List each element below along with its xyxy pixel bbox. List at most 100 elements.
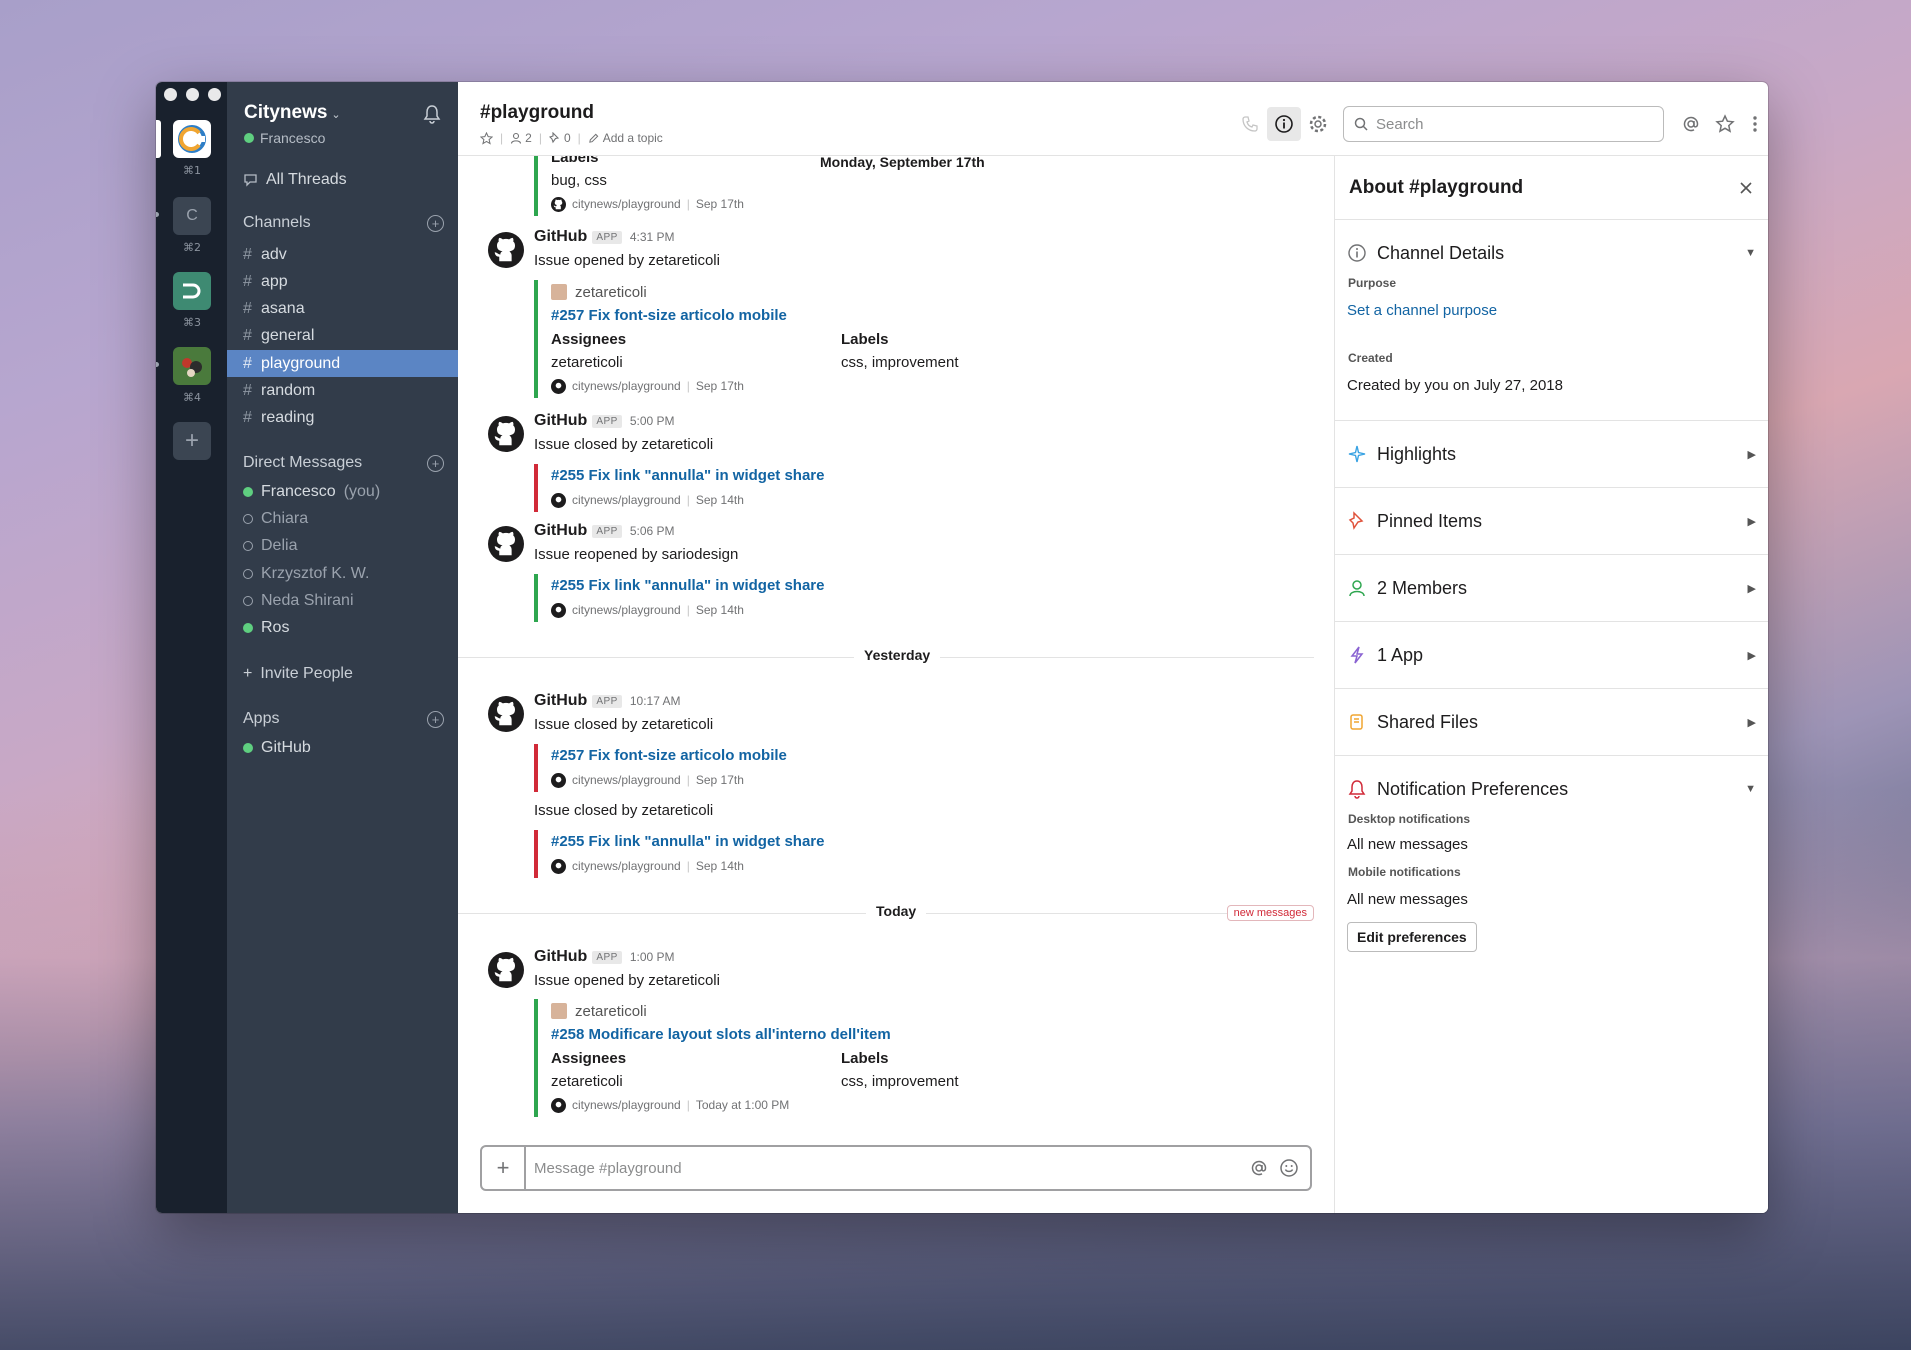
workspace-2[interactable]: C ⌘2 xyxy=(173,197,211,254)
add-workspace-button[interactable]: + xyxy=(173,422,211,460)
team-name: Citynews xyxy=(244,102,328,123)
team-menu[interactable]: Citynews ⌄ xyxy=(244,102,341,124)
minimize-window-button[interactable] xyxy=(186,88,199,101)
attachment-footer: citynews/playground | Sep 14th xyxy=(551,488,824,512)
mentions-icon[interactable] xyxy=(1674,107,1708,141)
attachment-repo[interactable]: citynews/playground xyxy=(572,603,681,617)
attachment-repo[interactable]: citynews/playground xyxy=(572,1098,681,1112)
attachment-title-link[interactable]: #255 Fix link "annulla" in widget share xyxy=(551,574,824,598)
github-avatar-icon[interactable] xyxy=(488,952,524,988)
header-actions: Search xyxy=(1233,106,1768,142)
attachment-repo[interactable]: citynews/playground xyxy=(572,197,681,211)
sidebar-channel-random[interactable]: # random xyxy=(227,377,458,404)
attachment-repo[interactable]: citynews/playground xyxy=(572,773,681,787)
attachment-author: zetareticoli xyxy=(551,280,1131,304)
pins-count[interactable]: 0 xyxy=(548,131,571,145)
sidebar-channel-app[interactable]: # app xyxy=(227,268,458,295)
attachment-title-link[interactable]: #258 Modificare layout slots all'interno… xyxy=(551,1023,1131,1047)
plus-icon: + xyxy=(243,664,253,682)
message-time[interactable]: 5:00 PM xyxy=(630,414,675,428)
attach-plus-button[interactable]: + xyxy=(482,1147,526,1189)
threads-icon xyxy=(243,172,258,187)
workspace-shortcut: ⌘4 xyxy=(183,391,201,404)
dm-neda[interactable]: Neda Shirani xyxy=(243,587,354,614)
phone-icon[interactable] xyxy=(1233,107,1267,141)
message-time[interactable]: 5:06 PM xyxy=(630,524,675,538)
invite-people-button[interactable]: + Invite People xyxy=(243,660,353,687)
created-label: Created xyxy=(1348,351,1393,365)
github-avatar-icon[interactable] xyxy=(488,416,524,452)
github-icon xyxy=(551,602,566,618)
direct-messages-header[interactable]: Direct Messages + xyxy=(243,454,444,472)
pinned-items-section[interactable]: Pinned Items ▶ xyxy=(1335,488,1768,555)
zoom-window-button[interactable] xyxy=(208,88,221,101)
github-avatar-icon[interactable] xyxy=(488,232,524,268)
starred-icon[interactable] xyxy=(1708,107,1742,141)
emoji-icon[interactable] xyxy=(1274,1158,1304,1178)
attachment-title-link[interactable]: #257 Fix font-size articolo mobile xyxy=(551,304,1131,328)
message-sender[interactable]: GitHub APP 5:06 PM xyxy=(534,522,675,540)
sidebar-channel-adv[interactable]: # adv xyxy=(227,241,458,268)
sidebar-channel-general[interactable]: # general xyxy=(227,322,458,349)
message-attachment: #255 Fix link "annulla" in widget share … xyxy=(534,574,824,622)
attachment-repo[interactable]: citynews/playground xyxy=(572,493,681,507)
add-dm-button[interactable]: + xyxy=(427,454,444,472)
workspace-3[interactable]: ⌘3 xyxy=(173,272,211,329)
apps-header[interactable]: Apps + xyxy=(243,710,444,728)
message-sender[interactable]: GitHub APP 4:31 PM xyxy=(534,228,675,246)
workspace-1[interactable]: ⌘1 xyxy=(173,120,211,177)
message-sender[interactable]: GitHub APP 1:00 PM xyxy=(534,948,675,966)
sidebar-channel-asana[interactable]: # asana xyxy=(227,295,458,322)
message-time[interactable]: 10:17 AM xyxy=(630,694,681,708)
new-messages-badge[interactable]: new messages xyxy=(1226,905,1314,921)
close-window-button[interactable] xyxy=(164,88,177,101)
dm-francesco[interactable]: Francesco (you) xyxy=(243,478,380,505)
all-threads-item[interactable]: All Threads xyxy=(227,166,458,193)
message-sender[interactable]: GitHub APP 10:17 AM xyxy=(534,692,681,710)
members-section[interactable]: 2 Members ▶ xyxy=(1335,555,1768,622)
dm-krzysztof[interactable]: Krzysztof K. W. xyxy=(243,560,369,587)
search-input[interactable]: Search xyxy=(1343,106,1664,142)
close-icon[interactable] xyxy=(1738,180,1754,196)
dm-chiara[interactable]: Chiara xyxy=(243,505,308,532)
app-name: GitHub xyxy=(261,738,311,756)
dm-delia[interactable]: Delia xyxy=(243,532,297,559)
add-channel-button[interactable]: + xyxy=(427,214,444,232)
github-avatar-icon[interactable] xyxy=(488,526,524,562)
attachment-repo[interactable]: citynews/playground xyxy=(572,859,681,873)
sidebar-channel-playground[interactable]: # playground xyxy=(227,350,458,377)
workspace-4[interactable]: ⌘4 xyxy=(173,347,211,404)
sidebar-channel-reading[interactable]: # reading xyxy=(227,404,458,431)
shared-files-section[interactable]: Shared Files ▶ xyxy=(1335,689,1768,756)
sender-name: GitHub xyxy=(534,412,588,429)
add-topic-button[interactable]: Add a topic xyxy=(588,131,663,145)
more-vertical-icon[interactable] xyxy=(1742,107,1768,141)
dm-ros[interactable]: Ros xyxy=(243,614,289,641)
members-count[interactable]: 2 xyxy=(510,131,532,145)
apps-section[interactable]: 1 App ▶ xyxy=(1335,622,1768,689)
message-sender[interactable]: GitHub APP 5:00 PM xyxy=(534,412,675,430)
attachment-title-link[interactable]: #255 Fix link "annulla" in widget share xyxy=(551,830,824,854)
add-app-button[interactable]: + xyxy=(427,710,444,728)
channel-title[interactable]: #playground xyxy=(480,102,594,124)
message-input[interactable]: Message #playground xyxy=(526,1160,1244,1177)
attachment-footer: citynews/playground | Sep 14th xyxy=(551,598,824,622)
gear-icon[interactable] xyxy=(1301,107,1335,141)
edit-preferences-button[interactable]: Edit preferences xyxy=(1347,922,1477,952)
info-icon[interactable] xyxy=(1267,107,1301,141)
message-time[interactable]: 1:00 PM xyxy=(630,950,675,964)
app-github[interactable]: GitHub xyxy=(243,734,311,761)
attachment-title-link[interactable]: #255 Fix link "annulla" in widget share xyxy=(551,464,824,488)
unread-dot xyxy=(156,362,159,367)
attachment-repo[interactable]: citynews/playground xyxy=(572,379,681,393)
mention-icon[interactable] xyxy=(1244,1158,1274,1178)
app-badge: APP xyxy=(592,524,622,538)
bell-icon[interactable] xyxy=(422,104,442,124)
github-avatar-icon[interactable] xyxy=(488,696,524,732)
channels-header[interactable]: Channels + xyxy=(243,214,444,232)
set-purpose-link[interactable]: Set a channel purpose xyxy=(1347,302,1756,319)
message-time[interactable]: 4:31 PM xyxy=(630,230,675,244)
highlights-section[interactable]: Highlights ▶ xyxy=(1335,421,1768,488)
star-icon[interactable] xyxy=(480,131,493,145)
attachment-title-link[interactable]: #257 Fix font-size articolo mobile xyxy=(551,744,787,768)
